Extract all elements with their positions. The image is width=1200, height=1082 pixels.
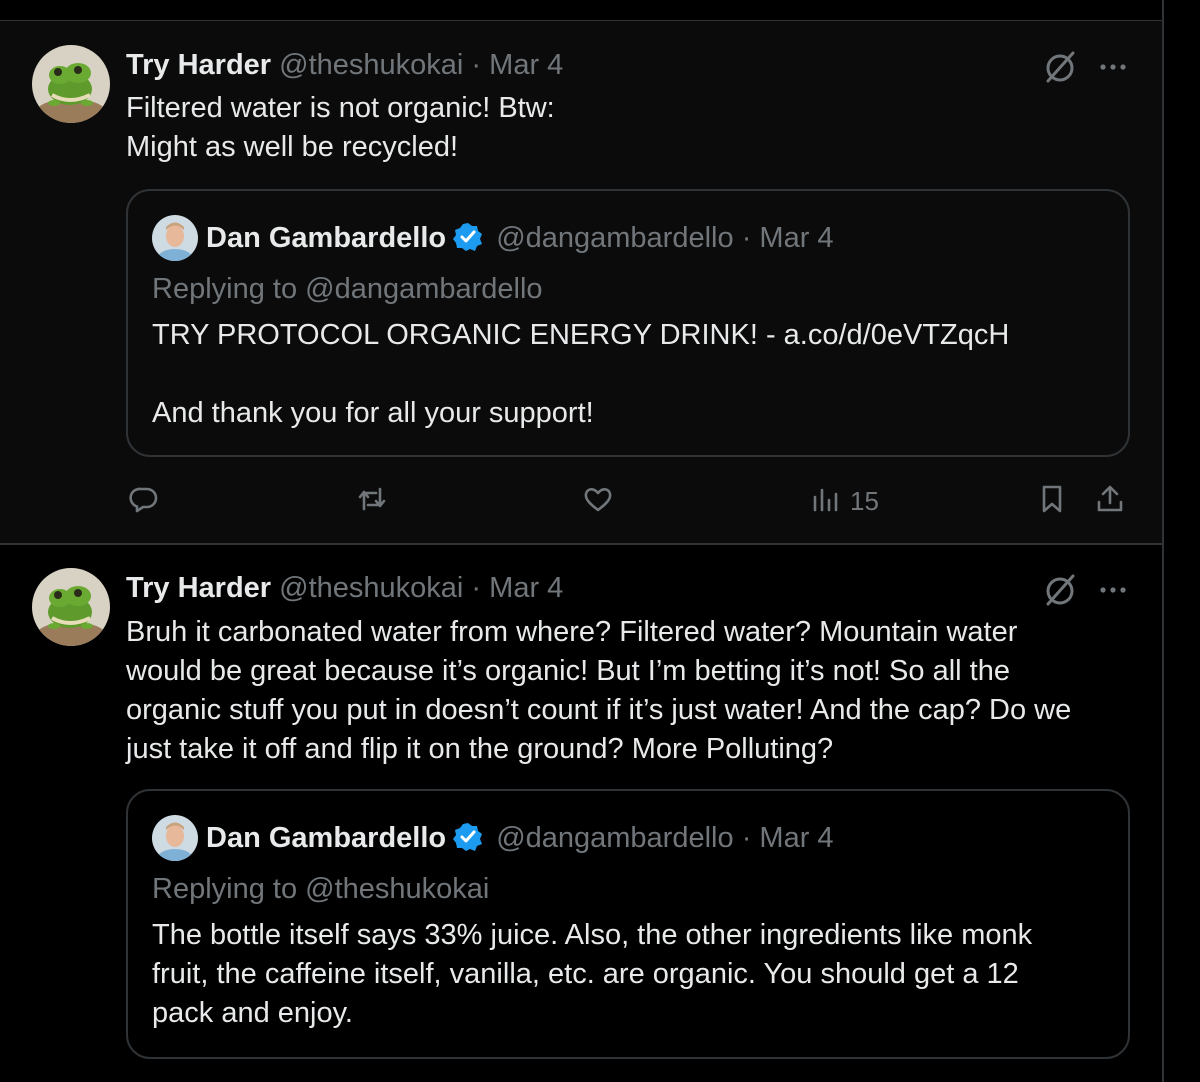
author-handle[interactable]: @theshukokai [279, 572, 463, 604]
reply-icon [128, 483, 160, 520]
quote-text-line: fruit, the caffeine itself, vanilla, etc… [152, 958, 1019, 990]
like-button[interactable] [582, 479, 614, 523]
author-name[interactable]: Try Harder [126, 49, 271, 81]
avatar[interactable] [152, 815, 198, 861]
avatar[interactable] [152, 215, 198, 261]
quote-text: TRY PROTOCOL ORGANIC ENERGY DRINK! - a.c… [152, 316, 1102, 433]
reply-button[interactable] [128, 479, 160, 523]
verified-badge-icon [452, 221, 484, 253]
column-divider [1162, 0, 1164, 1082]
bookmark-icon [1036, 483, 1068, 520]
tweet-text-line: Filtered water is not organic! Btw: [126, 92, 555, 124]
replying-to[interactable]: Replying to @theshukokai [152, 869, 489, 909]
tweet-text-line: Bruh it carbonated water from where? Fil… [126, 616, 1018, 648]
separator: · [741, 222, 752, 254]
quote-text: The bottle itself says 33% juice. Also, … [152, 916, 1102, 1033]
grok-icon[interactable] [1040, 47, 1080, 87]
replying-to[interactable]: Replying to @dangambardello [152, 269, 543, 309]
tweet-text: Bruh it carbonated water from where? Fil… [126, 613, 1126, 769]
tweet-text: Filtered water is not organic! Btw: Migh… [126, 89, 1126, 167]
tweet-text-line: Might as well be recycled! [126, 131, 459, 163]
author-handle[interactable]: @dangambardello [496, 222, 733, 254]
separator: · [741, 822, 752, 854]
grok-icon[interactable] [1040, 570, 1080, 610]
views-button[interactable]: 15 [810, 479, 879, 523]
heart-icon [582, 483, 614, 520]
tweet-text-line: would be great because it’s organic! But… [126, 655, 1010, 687]
tweet-date[interactable]: Mar 4 [759, 222, 833, 254]
author-handle[interactable]: @dangambardello [496, 822, 733, 854]
share-button[interactable] [1094, 479, 1126, 523]
quote-text-line: TRY PROTOCOL ORGANIC ENERGY DRINK! - a.c… [152, 319, 1010, 351]
tweet-date[interactable]: Mar 4 [759, 822, 833, 854]
quote-header: Dan Gambardello @dangambardello · Mar 4 [206, 218, 834, 258]
author-name[interactable]: Dan Gambardello [206, 222, 446, 254]
author-name[interactable]: Try Harder [126, 572, 271, 604]
tweet-header: Try Harder @theshukokai · Mar 4 [126, 568, 563, 608]
tweet-date[interactable]: Mar 4 [489, 49, 563, 81]
tweet-date[interactable]: Mar 4 [489, 572, 563, 604]
separator: · [471, 49, 482, 81]
avatar[interactable] [32, 45, 110, 123]
share-icon [1094, 483, 1126, 520]
quote-text-line: The bottle itself says 33% juice. Also, … [152, 919, 1033, 951]
action-bar: 15 [0, 479, 1162, 523]
views-icon [810, 483, 842, 520]
quote-text-line: pack and enjoy. [152, 997, 353, 1029]
verified-badge-icon [452, 821, 484, 853]
more-icon[interactable] [1096, 47, 1130, 87]
author-handle[interactable]: @theshukokai [279, 49, 463, 81]
tweet-text-line: organic stuff you put in doesn’t count i… [126, 694, 1072, 726]
tweet[interactable]: Try Harder @theshukokai · Mar 4 Bruh it … [0, 543, 1162, 1082]
quoted-tweet[interactable]: Dan Gambardello @dangambardello · Mar 4 … [126, 189, 1130, 457]
tweet[interactable]: Try Harder @theshukokai · Mar 4 Filtered… [0, 20, 1162, 543]
tweet-header: Try Harder @theshukokai · Mar 4 [126, 45, 563, 85]
more-icon[interactable] [1096, 570, 1130, 610]
author-name[interactable]: Dan Gambardello [206, 822, 446, 854]
quoted-tweet[interactable]: Dan Gambardello @dangambardello · Mar 4 … [126, 789, 1130, 1059]
quote-header: Dan Gambardello @dangambardello · Mar 4 [206, 818, 834, 858]
tweet-text-line: just take it off and flip it on the grou… [126, 733, 834, 765]
avatar[interactable] [32, 568, 110, 646]
bookmark-button[interactable] [1036, 479, 1068, 523]
retweet-button[interactable] [356, 479, 388, 523]
separator: · [471, 572, 482, 604]
quote-text-line: And thank you for all your support! [152, 397, 594, 429]
retweet-icon [356, 483, 388, 520]
views-count: 15 [850, 485, 879, 516]
